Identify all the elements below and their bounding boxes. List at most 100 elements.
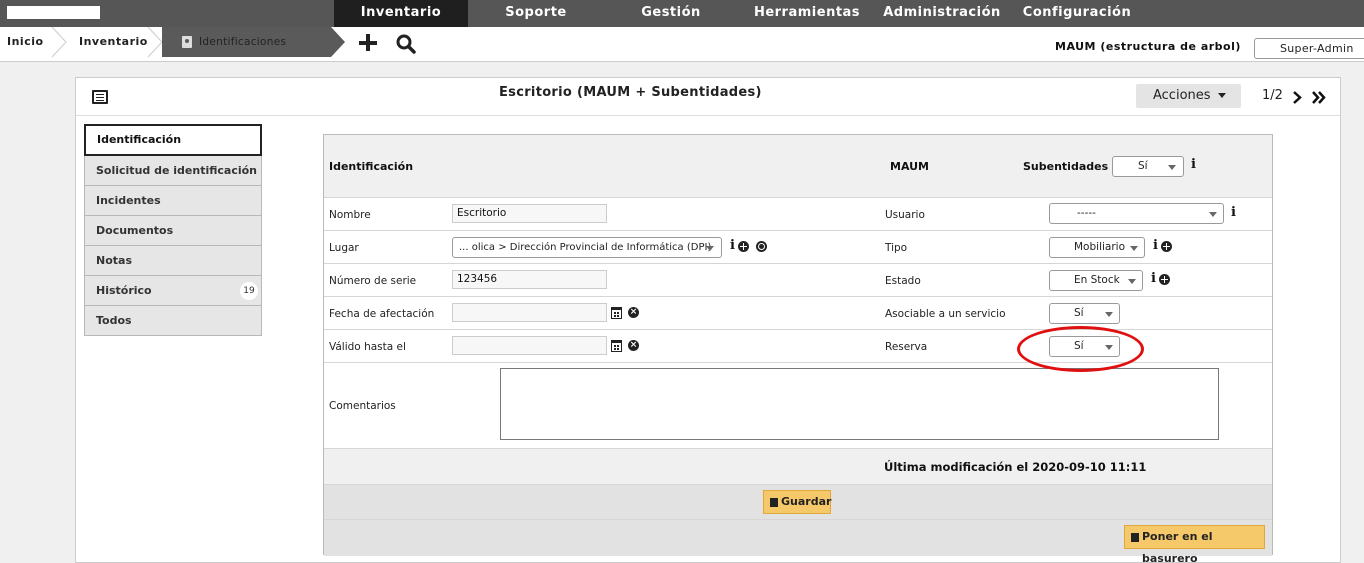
breadcrumb-inventario[interactable]: Inventario (79, 27, 148, 57)
trash-button[interactable]: Poner en el basurero (1124, 525, 1265, 563)
estado-value: En Stock (1074, 274, 1120, 286)
breadcrumb-separator-icon (51, 27, 67, 58)
add-circle-icon[interactable] (1161, 241, 1172, 252)
actions-label: Acciones (1153, 88, 1211, 103)
chevron-down-icon (1105, 345, 1113, 350)
form-row: Lugar ... olica > Dirección Provincial d… (324, 231, 1272, 264)
comentarios-textarea[interactable] (500, 368, 1219, 440)
actions-button[interactable]: Acciones (1136, 84, 1241, 108)
breadcrumb-current[interactable]: Identificaciones (162, 27, 331, 57)
lugar-value: ... olica > Dirección Provincial de Info… (459, 242, 712, 253)
tab-historico[interactable]: Histórico 19 (84, 276, 262, 306)
form-header: Identificación MAUM Subentidades Sí i (324, 135, 1272, 198)
estado-label: Estado (885, 275, 921, 287)
save-label: Guardar (781, 495, 832, 508)
clear-icon[interactable]: × (628, 307, 639, 318)
reserva-label: Reserva (885, 341, 928, 353)
trash-icon (1131, 533, 1139, 542)
chevron-down-icon (1130, 246, 1138, 251)
form-row: Comentarios (324, 363, 1272, 449)
logo[interactable] (7, 6, 100, 19)
info-icon[interactable]: i (1151, 271, 1156, 286)
info-icon[interactable]: i (1191, 157, 1196, 172)
panel-header: Escritorio (MAUM + Subentidades) Accione… (76, 78, 1340, 116)
menu-gestion[interactable]: Gestión (630, 0, 712, 27)
active-entity[interactable]: MAUM (estructura de arbol) (1055, 40, 1241, 53)
form-section-title: Identificación (329, 160, 414, 173)
globe-icon[interactable] (756, 241, 767, 252)
side-tabs: Identificación Solicitud de identificaci… (84, 124, 262, 336)
tab-incidentes[interactable]: Incidentes (84, 186, 262, 216)
form-entity: MAUM (890, 160, 929, 173)
breadcrumb-arrow-icon (331, 27, 345, 57)
tipo-label: Tipo (885, 242, 908, 254)
menu-configuracion[interactable]: Configuración (1022, 0, 1132, 27)
add-circle-icon[interactable] (1159, 274, 1170, 285)
menu-inventario[interactable]: Inventario (334, 0, 468, 27)
chevron-down-icon (706, 246, 714, 251)
reserva-value: Sí (1074, 340, 1084, 352)
info-icon[interactable]: i (1231, 205, 1236, 220)
save-button[interactable]: Guardar (763, 490, 831, 514)
serie-label: Número de serie (329, 275, 417, 287)
save-row: Guardar (324, 485, 1272, 520)
valido-date-input[interactable] (452, 336, 607, 355)
identification-card-icon (182, 36, 192, 48)
calendar-icon[interactable] (611, 340, 622, 352)
info-icon[interactable]: i (730, 238, 735, 253)
tab-solicitud[interactable]: Solicitud de identificación (84, 156, 262, 186)
asociable-select[interactable]: Sí (1049, 303, 1120, 324)
afectacion-date-input[interactable] (452, 303, 607, 322)
calendar-icon[interactable] (611, 307, 622, 319)
search-icon[interactable] (395, 33, 417, 55)
menu-herramientas[interactable]: Herramientas (752, 0, 862, 27)
menu-administracion[interactable]: Administración (882, 0, 1002, 27)
nombre-label: Nombre (329, 209, 371, 221)
item-form: Identificación MAUM Subentidades Sí i No… (323, 134, 1273, 563)
nombre-input[interactable]: Escritorio (452, 204, 607, 223)
last-modified: Última modificación el 2020-09-10 11:11 (884, 460, 1147, 474)
tab-todos[interactable]: Todos (84, 306, 262, 336)
serie-input[interactable]: 123456 (452, 270, 607, 289)
usuario-label: Usuario (885, 209, 925, 221)
subentities-select[interactable]: Sí (1112, 156, 1184, 177)
page-title: Escritorio (MAUM + Subentidades) (499, 85, 762, 100)
save-icon (770, 498, 778, 507)
tab-identificacion[interactable]: Identificación (84, 124, 262, 156)
chevron-down-icon (1128, 279, 1136, 284)
tab-notas[interactable]: Notas (84, 246, 262, 276)
tab-historico-label: Histórico (96, 284, 152, 297)
menu-soporte[interactable]: Soporte (490, 0, 582, 27)
form-row: Fecha de afectación × Asociable a un ser… (324, 297, 1272, 330)
form-row: Número de serie 123456 Estado En Stock i (324, 264, 1272, 297)
clear-icon[interactable]: × (628, 340, 639, 351)
profile-select[interactable]: Super-Admin (1254, 38, 1364, 59)
add-circle-icon[interactable] (738, 241, 749, 252)
tab-documentos[interactable]: Documentos (84, 216, 262, 246)
add-icon[interactable] (358, 33, 378, 53)
usuario-select[interactable]: ----- (1049, 203, 1224, 224)
breadcrumb-home[interactable]: Inicio (7, 27, 44, 57)
count-badge: 19 (240, 282, 258, 300)
reserva-select[interactable]: Sí (1049, 336, 1120, 357)
tipo-select[interactable]: Mobiliario (1049, 237, 1145, 258)
trash-row: Poner en el basurero (324, 520, 1272, 563)
estado-select[interactable]: En Stock (1049, 270, 1143, 291)
last-icon[interactable] (1311, 91, 1327, 104)
tipo-value: Mobiliario (1074, 241, 1125, 253)
asociable-label: Asociable a un servicio (885, 308, 1006, 320)
asociable-value: Sí (1074, 307, 1084, 319)
list-icon[interactable] (92, 90, 108, 104)
subentities-value: Sí (1138, 160, 1148, 172)
next-icon[interactable] (1292, 91, 1302, 104)
comentarios-label: Comentarios (329, 400, 396, 412)
top-navigation-bar: Inventario Soporte Gestión Herramientas … (0, 0, 1364, 27)
info-icon[interactable]: i (1153, 238, 1158, 253)
lugar-select[interactable]: ... olica > Dirección Provincial de Info… (452, 237, 722, 258)
chevron-down-icon (1209, 212, 1217, 217)
form-row: Válido hasta el × Reserva Sí (324, 330, 1272, 363)
chevron-down-icon (1105, 312, 1113, 317)
usuario-value: ----- (1077, 207, 1096, 219)
caret-down-icon (1217, 93, 1226, 98)
chevron-down-icon (1168, 165, 1176, 170)
